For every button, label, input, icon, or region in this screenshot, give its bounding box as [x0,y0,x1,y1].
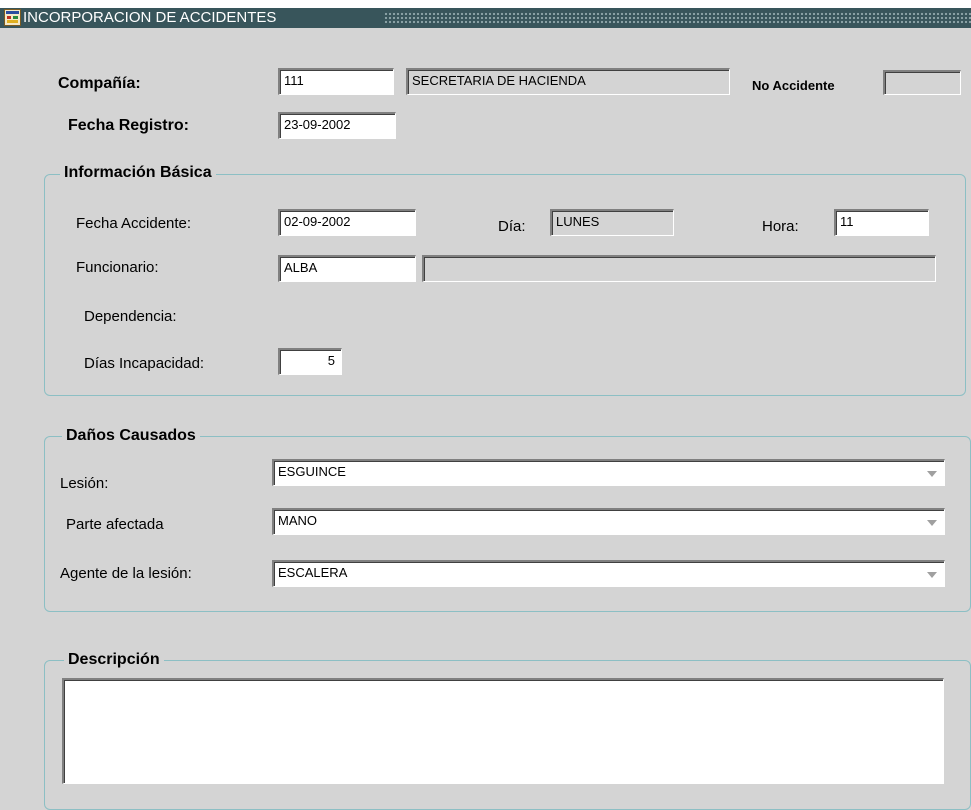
compania-label: Compañía: [58,75,141,92]
parte-afectada-value: MANO [278,513,317,528]
funcionario-field[interactable]: ALBA [278,255,416,282]
fecha-accidente-label: Fecha Accidente: [76,215,192,232]
parte-afectada-label: Parte afectada [66,516,164,533]
agente-lesion-combo[interactable]: ESCALERA [272,560,945,587]
lesion-label: Lesión: [60,475,109,492]
funcionario-name-field [422,255,936,282]
compania-code-field[interactable]: 111 [278,68,394,95]
lesion-value: ESGUINCE [278,464,346,479]
title-bar-pattern [384,12,971,24]
dia-field: LUNES [550,209,674,236]
forms-app-icon [4,9,21,26]
descripcion-textarea[interactable] [62,678,944,784]
window-title: INCORPORACION DE ACCIDENTES [23,8,281,28]
agente-lesion-label: Agente de la lesión: [60,565,192,582]
agente-lesion-value: ESCALERA [278,565,348,580]
fecha-registro-field[interactable]: 23-09-2002 [278,112,396,139]
dia-label: Día: [498,218,526,235]
descripcion-title: Descripción [64,651,164,669]
dias-incapacidad-label: Días Incapacidad: [84,355,205,372]
chevron-down-icon [927,470,937,477]
top-strip [0,0,971,8]
info-basica-title: Información Básica [60,164,216,182]
hora-field[interactable]: 11 [834,209,929,236]
no-accidente-field [883,70,961,95]
dependencia-label: Dependencia: [84,308,177,325]
dias-incapacidad-field[interactable]: 5 [278,348,342,375]
chevron-down-icon [927,519,937,526]
compania-name-field: SECRETARIA DE HACIENDA [406,68,730,95]
hora-label: Hora: [762,218,799,235]
agente-lesion-dropdown-button[interactable] [922,564,942,585]
danos-title: Daños Causados [62,427,200,445]
lesion-dropdown-button[interactable] [922,463,942,484]
parte-afectada-dropdown-button[interactable] [922,512,942,533]
title-bar: INCORPORACION DE ACCIDENTES [0,8,971,28]
chevron-down-icon [927,571,937,578]
parte-afectada-combo[interactable]: MANO [272,508,945,535]
no-accidente-label: No Accidente [752,78,835,93]
funcionario-label: Funcionario: [76,259,159,276]
fecha-registro-label: Fecha Registro: [68,117,189,134]
lesion-combo[interactable]: ESGUINCE [272,459,945,486]
fecha-accidente-field[interactable]: 02-09-2002 [278,209,416,236]
